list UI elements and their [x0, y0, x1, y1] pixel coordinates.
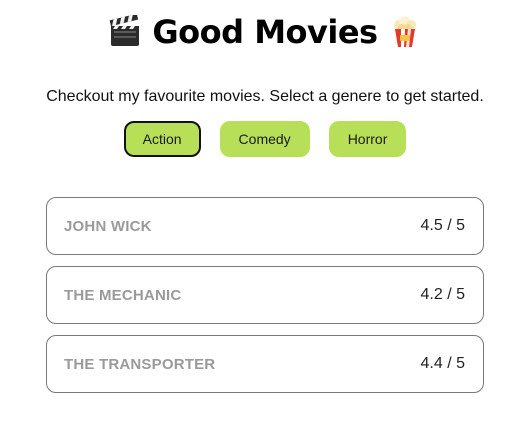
popcorn-icon — [393, 16, 416, 47]
movie-name: JOHN WICK — [64, 217, 152, 235]
app-header: Good Movies — [0, 10, 530, 54]
page-subtitle: Checkout my favourite movies. Select a g… — [46, 88, 484, 105]
movie-rating: 4.2 / 5 — [420, 286, 465, 303]
movie-name: THE MECHANIC — [64, 286, 182, 304]
movie-list: JOHN WICK 4.5 / 5 THE MECHANIC 4.2 / 5 T… — [46, 197, 484, 404]
page-title: Good Movies — [152, 13, 378, 51]
genre-button-horror[interactable]: Horror — [328, 121, 407, 157]
movie-rating: 4.4 / 5 — [420, 355, 465, 372]
genre-button-comedy[interactable]: Comedy — [219, 121, 310, 157]
movie-rating: 4.5 / 5 — [420, 217, 465, 234]
movie-card: THE MECHANIC 4.2 / 5 — [46, 266, 484, 324]
movie-card: JOHN WICK 4.5 / 5 — [46, 197, 484, 255]
app-page: Good Movies Checkout my favourite movies… — [0, 0, 530, 434]
genre-selector: Action Comedy Horror — [0, 121, 530, 157]
movie-card: THE TRANSPORTER 4.4 / 5 — [46, 335, 484, 393]
genre-button-action[interactable]: Action — [123, 121, 201, 157]
movie-name: THE TRANSPORTER — [64, 355, 216, 373]
clapperboard-icon — [109, 15, 140, 46]
